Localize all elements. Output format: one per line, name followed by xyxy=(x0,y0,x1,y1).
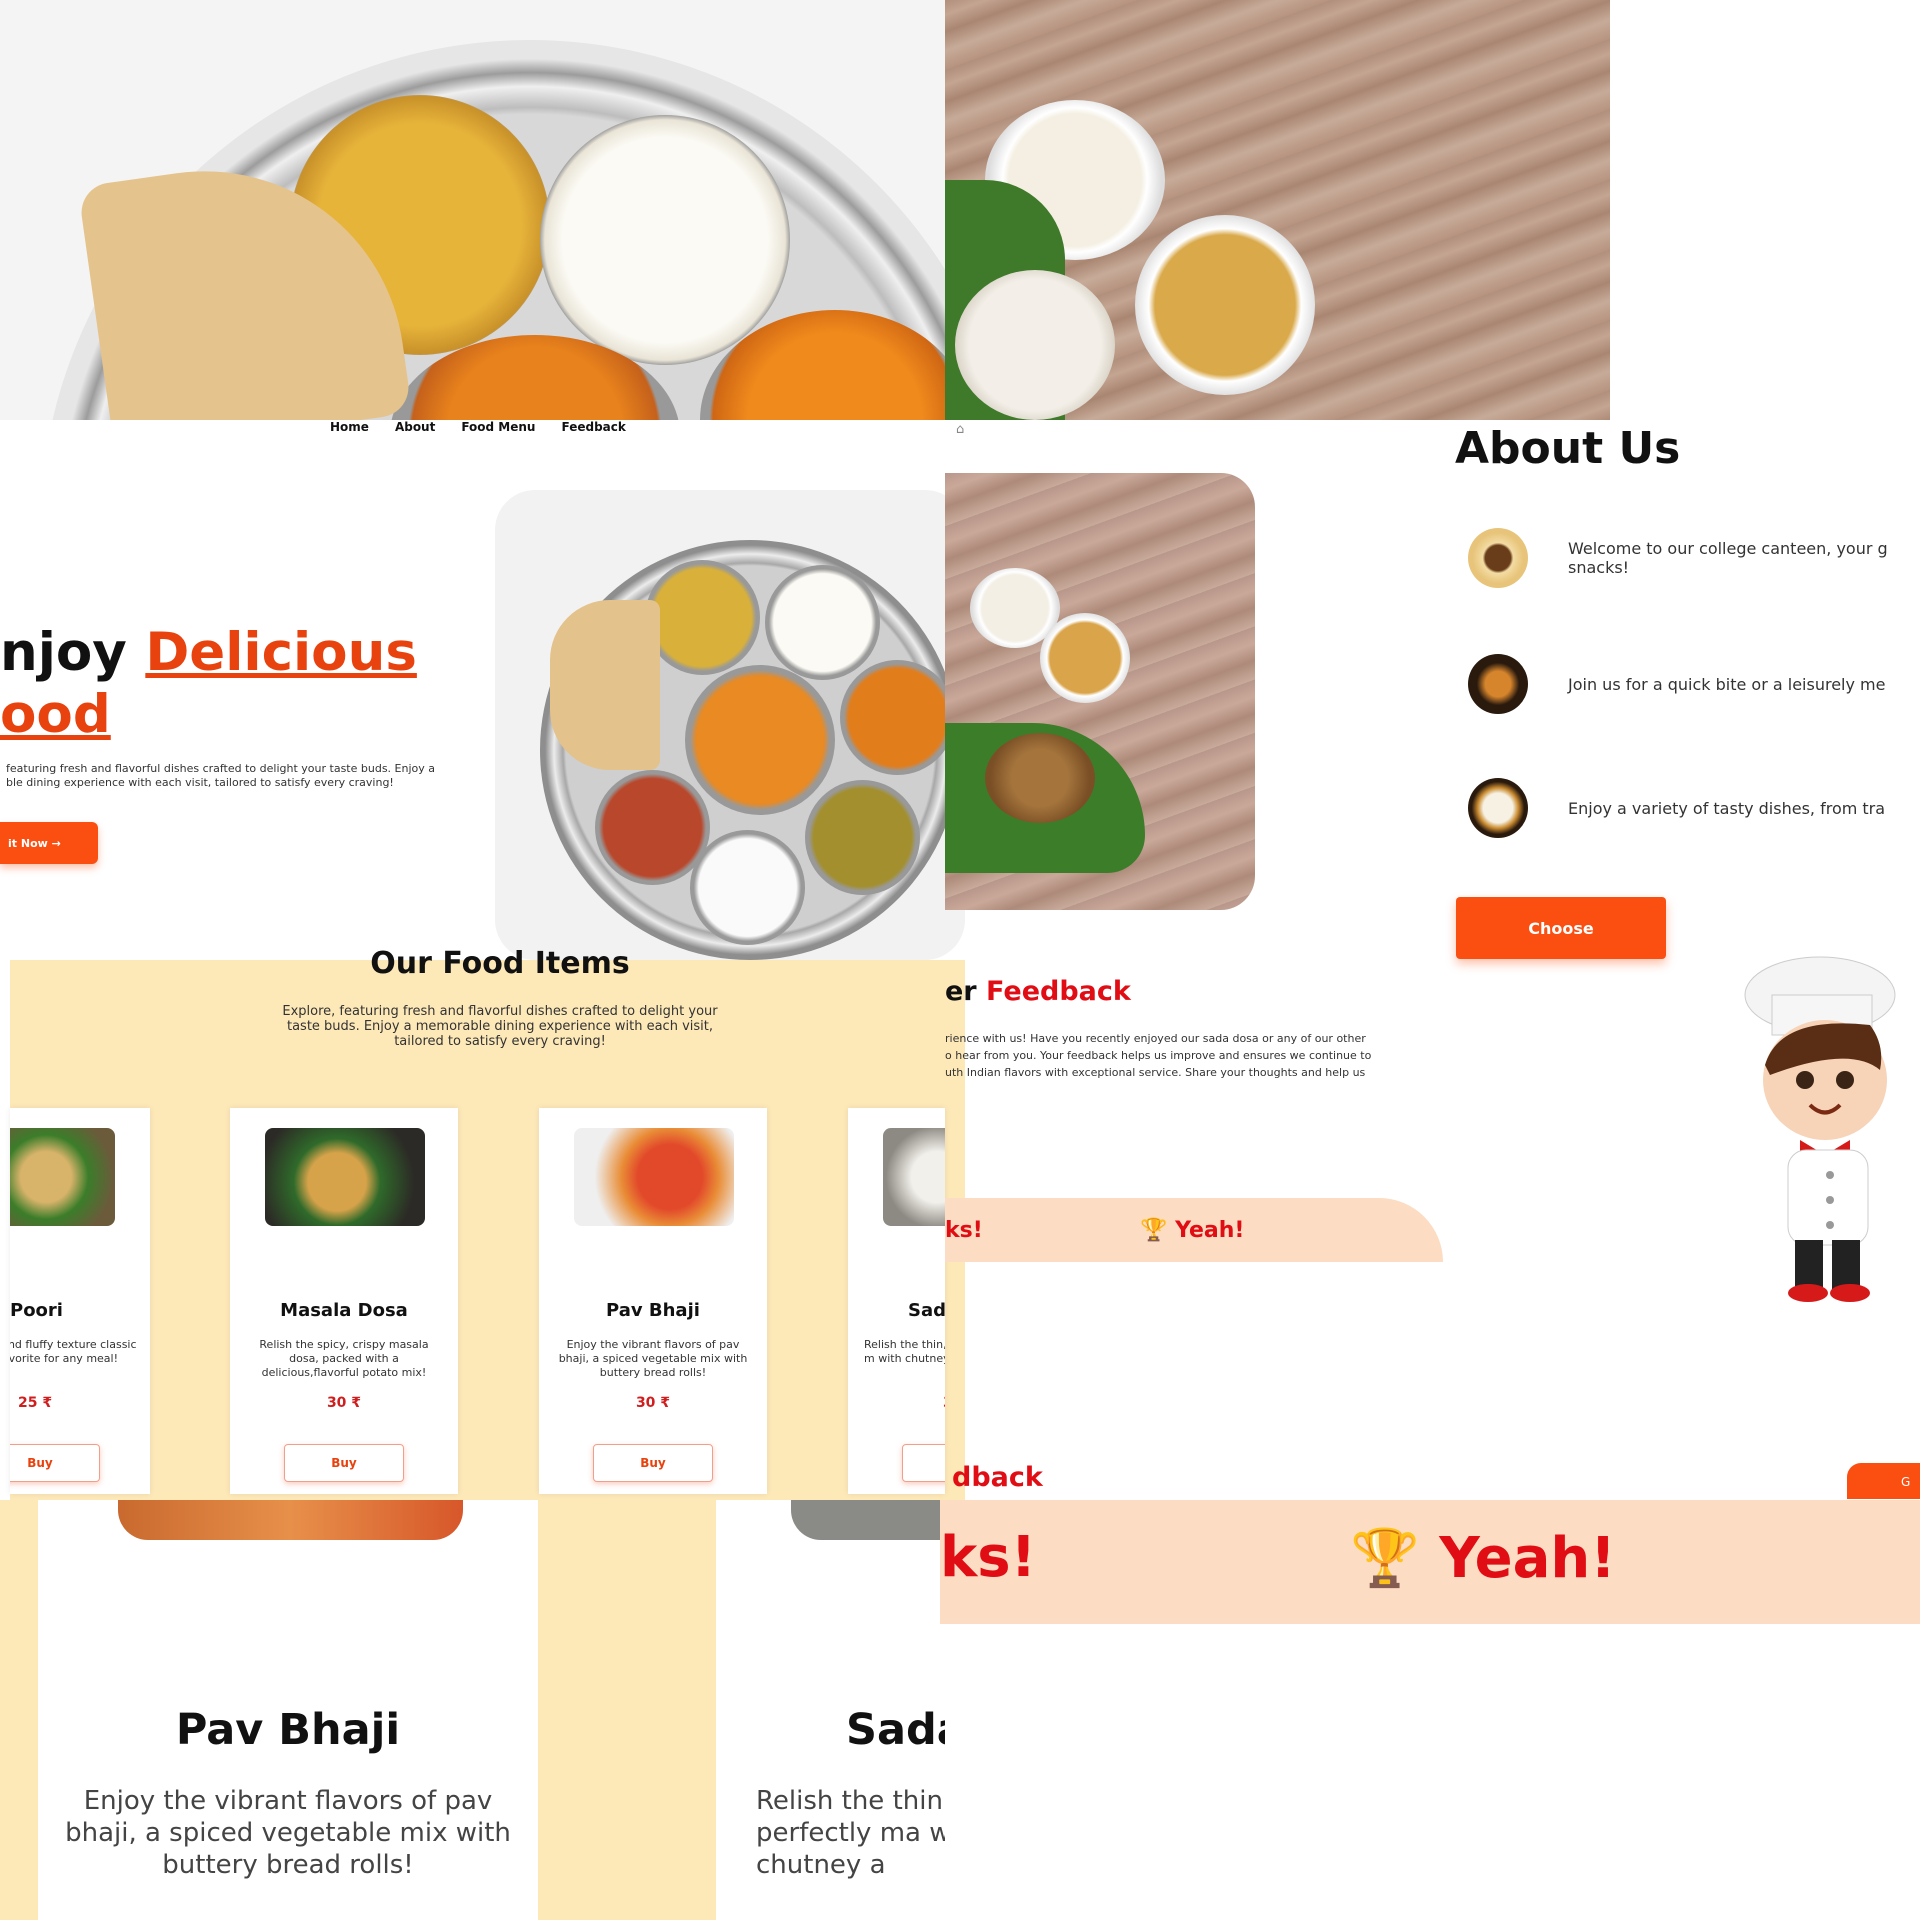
about-item: Welcome to our college canteen, your g sn… xyxy=(1468,526,1920,590)
feedback-tab-button[interactable]: G xyxy=(1847,1463,1920,1499)
about-item: Join us for a quick bite or a leisurely … xyxy=(1468,652,1920,716)
nav-about[interactable]: About xyxy=(395,420,435,442)
visit-now-button[interactable]: it Now → xyxy=(0,822,98,864)
nav-food-menu[interactable]: Food Menu xyxy=(461,420,535,442)
masala-dosa-image xyxy=(265,1128,425,1226)
pav-bhaji-image xyxy=(574,1128,734,1226)
zoomed-card-pav-bhaji: Pav Bhaji Enjoy the vibrant flavors of p… xyxy=(38,1500,538,1920)
sambar-bowl-image xyxy=(1135,215,1315,395)
zoom-band-text-left: ks! xyxy=(940,1525,1037,1590)
food-card-sada-dosa: Sada Relish the thin, c of a perfectly m… xyxy=(848,1108,945,1494)
buy-button[interactable]: Buy xyxy=(10,1444,100,1482)
trophy-band-label: 🏆 Yeah! xyxy=(1140,1218,1245,1243)
trophy-icon: 🏆 xyxy=(1350,1526,1420,1591)
buy-button[interactable]: Buy xyxy=(284,1444,404,1482)
food-card-pav-bhaji: Pav Bhaji Enjoy the vibrant flavors of p… xyxy=(539,1108,767,1494)
band-text-left: ks! xyxy=(945,1218,983,1243)
nav-feedback[interactable]: Feedback xyxy=(561,420,625,442)
hero-side-photo xyxy=(945,473,1255,910)
about-item: Enjoy a variety of tasty dishes, from tr… xyxy=(1468,776,1920,840)
trophy-icon: 🏆 xyxy=(1140,1218,1168,1243)
zoomed-card-sada-dosa: Sada D Relish the thin, cr of a perfectl… xyxy=(716,1500,945,1920)
vada-image xyxy=(985,733,1095,823)
main-nav: Home About Food Menu Feedback xyxy=(330,420,626,442)
food-card-masala-dosa: Masala Dosa Relish the spicy, crispy mas… xyxy=(230,1108,458,1494)
sada-dosa-image-zoom xyxy=(791,1500,945,1540)
choose-button[interactable]: Choose xyxy=(1456,897,1666,959)
banner-chutney-photo xyxy=(945,0,1610,420)
pav-bhaji-image-zoom xyxy=(118,1500,463,1540)
buy-button[interactable]: Buy xyxy=(593,1444,713,1482)
feedback-title-repeat: dback xyxy=(952,1462,1043,1493)
plate-icon xyxy=(1468,778,1528,838)
buy-button[interactable]: Bu xyxy=(902,1444,945,1482)
chef-mascot-image xyxy=(1744,956,1896,1302)
sada-dosa-image xyxy=(883,1128,945,1226)
nav-home[interactable]: Home xyxy=(330,420,369,442)
idli-image xyxy=(955,270,1115,420)
food-card-poori: Poori ght and fluffy texture classic fav… xyxy=(10,1108,150,1494)
feedback-text: rience with us! Have you recently enjoye… xyxy=(945,1032,1372,1079)
home-icon[interactable]: ⌂ xyxy=(956,422,970,437)
food-items-description: Explore, featuring fresh and flavorful d… xyxy=(282,1004,718,1049)
hero-title: njoy Delicious ood xyxy=(0,622,417,745)
poori-image xyxy=(10,1128,115,1226)
dish-icon xyxy=(1468,528,1528,588)
hero-thali-image xyxy=(540,540,960,960)
food-items-title: Our Food Items xyxy=(370,946,630,981)
zoom-trophy-label: 🏆 Yeah! xyxy=(1350,1526,1616,1591)
meal-icon xyxy=(1468,654,1528,714)
white-rice-bowl-image xyxy=(540,115,790,365)
about-title: About Us xyxy=(1455,423,1681,474)
hero-description: featuring fresh and flavorful dishes cra… xyxy=(6,762,435,789)
banner-thali-photo xyxy=(0,0,945,420)
feedback-title: er Feedback xyxy=(945,976,1131,1007)
